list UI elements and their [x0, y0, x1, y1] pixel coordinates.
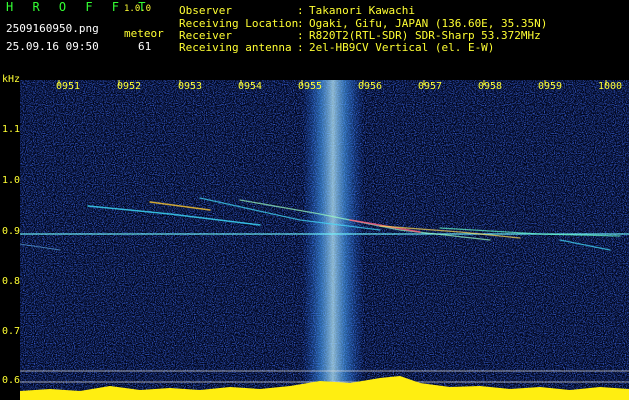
info-row-observer: Observer: Takanori Kawachi: [179, 4, 415, 17]
time-tick-label: 0959: [538, 81, 563, 92]
y-unit-label: kHz: [2, 74, 21, 85]
freq-tick-label: 0.7: [2, 326, 21, 337]
time-tick-label: 0955: [298, 81, 323, 92]
freq-tick-label: 0.8: [2, 276, 21, 287]
freq-tick-label: 0.6: [2, 375, 21, 386]
info-value: 2el-HB9CV Vertical (el. E-W): [309, 41, 495, 54]
datetime-text: 25.09.16 09:50: [6, 40, 99, 53]
time-tick-label: 0957: [418, 81, 443, 92]
info-colon: :: [297, 4, 304, 17]
meteor-count: 61: [138, 40, 152, 53]
version-text: 1.0.0: [124, 4, 152, 14]
info-colon: :: [297, 41, 304, 54]
freq-tick-label: 1.1: [2, 124, 21, 135]
time-tick-label: 1000: [598, 81, 623, 92]
info-key: Observer: [179, 4, 232, 17]
info-row-antenna: Receiving antenna:2el-HB9CV Vertical (el…: [179, 41, 494, 54]
info-value: Takanori Kawachi: [309, 4, 415, 17]
filename-text: 2509160950.png: [6, 22, 99, 35]
meteor-label: meteor: [124, 27, 164, 40]
time-tick-label: 0953: [178, 81, 203, 92]
info-key: Receiving antenna: [179, 41, 292, 54]
spectrogram: [20, 80, 629, 400]
freq-tick-label: 0.9: [2, 226, 21, 237]
freq-tick-label: 1.0: [2, 175, 21, 186]
time-tick-label: 0956: [358, 81, 383, 92]
time-tick-label: 0951: [56, 81, 81, 92]
time-tick-label: 0952: [117, 81, 142, 92]
time-tick-label: 0954: [238, 81, 263, 92]
interference-band: [302, 80, 364, 400]
time-tick-label: 0958: [478, 81, 503, 92]
